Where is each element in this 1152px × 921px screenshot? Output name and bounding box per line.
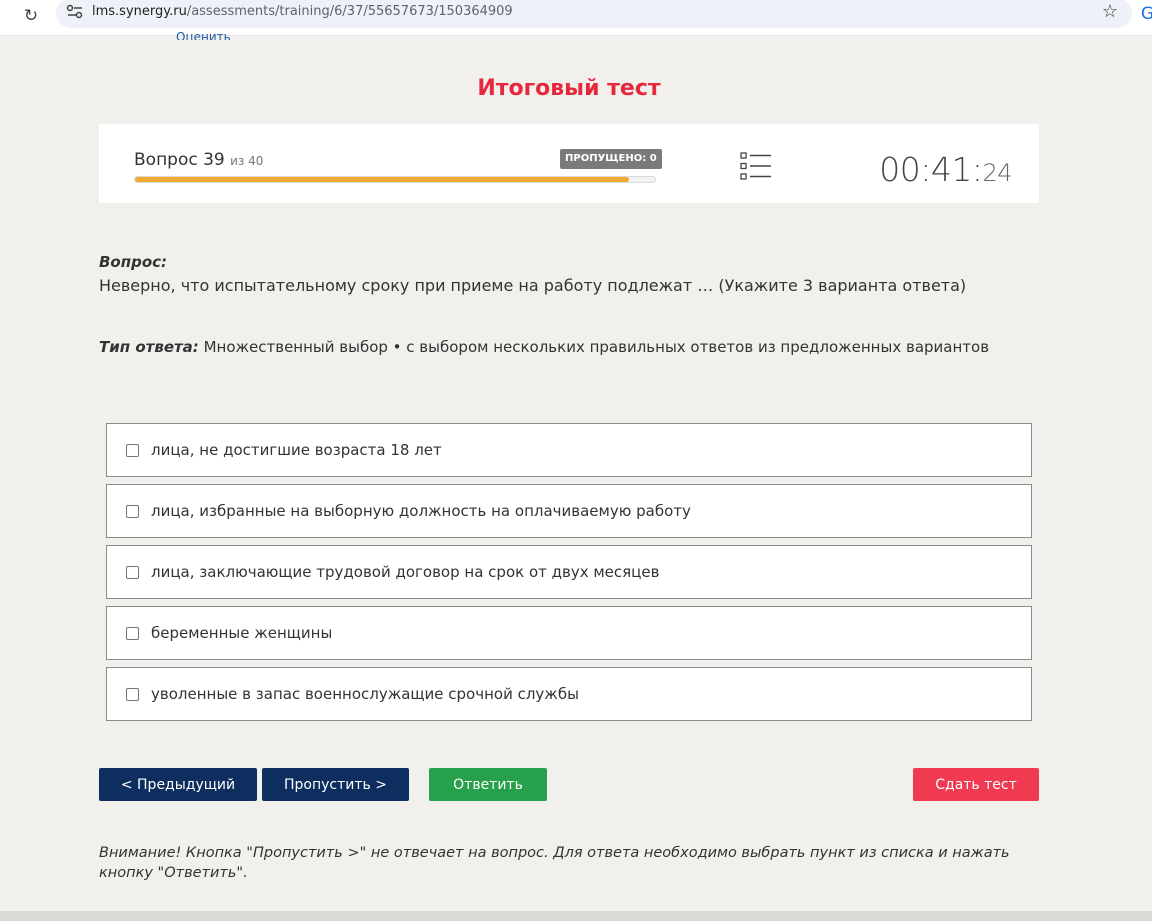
answer-type: Тип ответа: Множественный выбор • с выбо… [99, 338, 989, 356]
skip-button[interactable]: Пропустить > [262, 768, 409, 801]
url-path: /assessments/training/6/37/55657673/1503… [186, 4, 513, 19]
question-list-icon[interactable] [740, 152, 772, 180]
answer-button[interactable]: Ответить [429, 768, 547, 801]
answer-option[interactable]: лица, избранные на выборную должность на… [106, 484, 1032, 538]
answer-option[interactable]: лица, заключающие трудовой договор на ср… [106, 545, 1032, 599]
page-footer [0, 911, 1152, 921]
previous-button[interactable]: < Предыдущий [99, 768, 257, 801]
bookmark-star-icon[interactable]: ☆ [1102, 1, 1118, 22]
rate-link[interactable]: Оценить [176, 27, 231, 40]
url-host: lms.synergy.ru [92, 4, 187, 19]
option-label: беременные женщины [151, 624, 333, 642]
question-total: из 40 [230, 154, 264, 168]
skipped-badge: ПРОПУЩЕНО: 0 [560, 149, 662, 169]
progress-bar-fill [135, 177, 629, 182]
option-label: лица, заключающие трудовой договор на ср… [151, 563, 660, 581]
test-status-panel: Вопрос 39 из 40 ПРОПУЩЕНО: 0 00:41:24 [99, 124, 1039, 203]
answer-options: лица, не достигшие возраста 18 лет лица,… [106, 423, 1032, 728]
option-checkbox[interactable] [126, 444, 139, 457]
answer-option[interactable]: лица, не достигшие возраста 18 лет [106, 423, 1032, 477]
finish-test-button[interactable]: Сдать тест [913, 768, 1039, 801]
url-text[interactable]: lms.synergy.ru/assessments/training/6/37… [92, 4, 513, 19]
question-counter: Вопрос 39 из 40 [134, 150, 263, 170]
countdown-timer: 00:41:24 [879, 150, 1012, 189]
option-checkbox[interactable] [126, 505, 139, 518]
site-info-icon[interactable] [66, 4, 84, 20]
option-checkbox[interactable] [126, 627, 139, 640]
question-number: Вопрос 39 [134, 150, 225, 170]
address-bar[interactable]: lms.synergy.ru/assessments/training/6/37… [56, 0, 1132, 28]
option-label: лица, не достигшие возраста 18 лет [151, 441, 442, 459]
progress-bar [134, 176, 656, 183]
timer-main: 00:41: [879, 150, 983, 189]
skip-notice: Внимание! Кнопка "Пропустить >" не отвеч… [99, 845, 1010, 881]
answer-type-value: Множественный выбор • с выбором нескольк… [198, 338, 990, 356]
answer-option[interactable]: уволенные в запас военнослужащие срочной… [106, 667, 1032, 721]
option-label: лица, избранные на выборную должность на… [151, 502, 691, 520]
answer-option[interactable]: беременные женщины [106, 606, 1032, 660]
timer-seconds: 24 [982, 159, 1012, 187]
option-checkbox[interactable] [126, 566, 139, 579]
reload-icon[interactable]: ↻ [18, 3, 44, 29]
option-label: уволенные в запас военнослужащие срочной… [151, 685, 579, 703]
question-label: Вопрос: [99, 253, 168, 271]
browser-toolbar: ↻ lms.synergy.ru/assessments/training/6/… [0, 0, 1152, 36]
page-title: Итоговый тест [477, 76, 661, 101]
question-text: Неверно, что испытательному сроку при пр… [99, 276, 967, 295]
option-checkbox[interactable] [126, 688, 139, 701]
answer-type-label: Тип ответа: [99, 338, 199, 356]
profile-icon[interactable]: G [1141, 4, 1152, 24]
